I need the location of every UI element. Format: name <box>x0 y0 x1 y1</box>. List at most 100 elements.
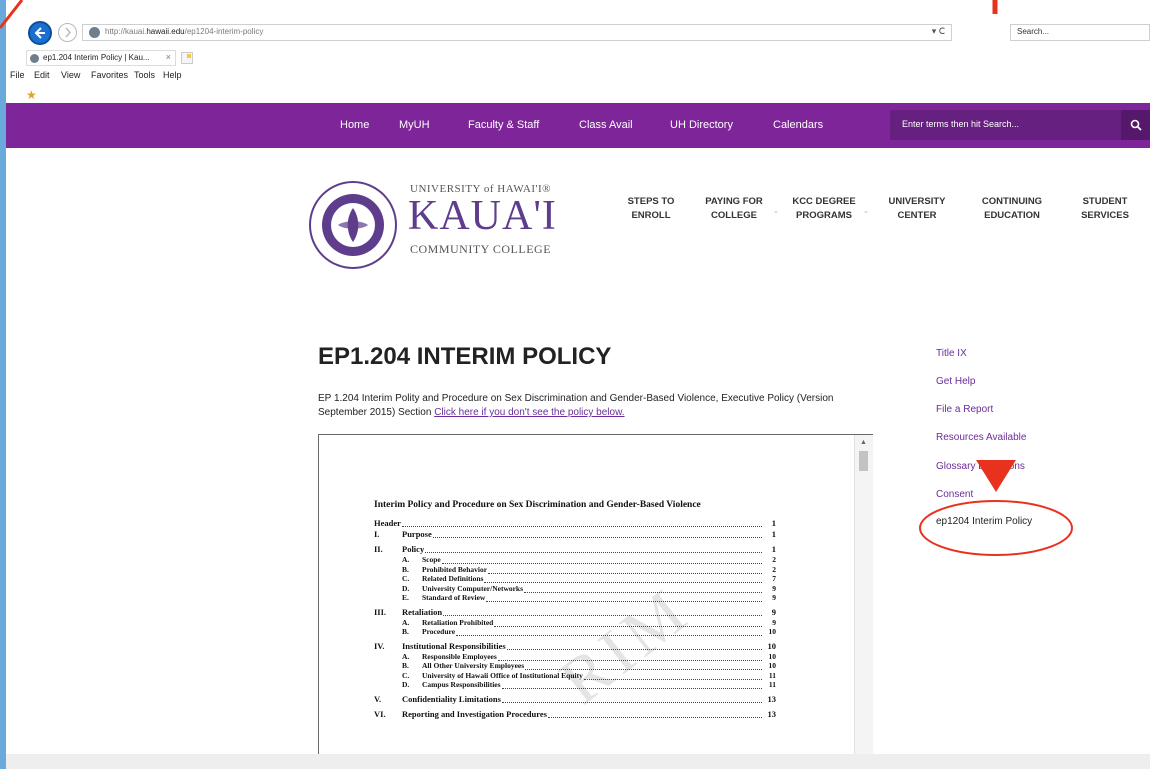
document-scrollbar[interactable]: ▲ <box>854 435 873 769</box>
toc-page-number: 1 <box>771 544 776 554</box>
mainnav-line: SERVICES <box>1081 210 1129 221</box>
toc-number: IV. <box>374 640 385 651</box>
menu-view[interactable]: View <box>61 70 80 80</box>
mainnav-line: CONTINUING <box>981 196 1043 207</box>
mainnav-line: STUDENT <box>1082 196 1128 207</box>
tab-strip: ep1.204 Interim Policy | Kau... × <box>6 50 1150 66</box>
toc-label: Procedure <box>422 627 456 636</box>
forward-button[interactable] <box>58 23 77 42</box>
menu-favorites[interactable]: Favorites <box>91 70 128 80</box>
logo-kauai-text[interactable]: KAUA'I <box>408 193 557 239</box>
toc-leader-dots <box>501 694 762 703</box>
scroll-thumb[interactable] <box>859 451 868 471</box>
toc-page-number: 11 <box>768 670 776 680</box>
site-icon <box>89 27 100 38</box>
toc-page-number: 10 <box>768 651 777 661</box>
topnav-class-avail[interactable]: Class Avail <box>579 103 633 148</box>
toc-row: D. University Computer/Networks 9 <box>374 584 776 594</box>
toc-number: I. <box>374 529 380 539</box>
toc-label: Prohibited Behavior <box>422 564 488 574</box>
toc-page-number: 2 <box>772 564 776 574</box>
toc-sub-letter: A. <box>402 617 410 627</box>
toc-sub-letter: D. <box>402 680 410 689</box>
forward-arrow-icon <box>65 27 72 38</box>
sidebar-link-get-help[interactable]: Get Help <box>936 376 975 387</box>
topnav-uh-directory[interactable]: UH Directory <box>670 103 733 148</box>
menu-help[interactable]: Help <box>163 70 182 80</box>
toc-number: III. <box>374 606 387 617</box>
menu-file[interactable]: File <box>10 70 25 80</box>
toc-leader-dots <box>443 607 762 616</box>
favorites-star-icon[interactable]: ★ <box>26 88 37 102</box>
toc-leader-dots <box>432 529 762 538</box>
toc-sub-letter: B. <box>402 627 409 636</box>
mainnav-kcc-degree-programs[interactable]: KCC DEGREE PROGRAMS <box>789 195 859 223</box>
topnav-faculty-staff[interactable]: Faculty & Staff <box>468 103 539 148</box>
site-search-input[interactable]: Enter terms then hit Search... <box>890 110 1122 140</box>
toc-page-number: 9 <box>772 593 776 602</box>
toc-label: Scope <box>422 555 441 564</box>
sidebar-link-consent[interactable]: Consent <box>936 489 973 500</box>
mainnav-university-center[interactable]: UNIVERSITY CENTER <box>883 195 951 223</box>
topnav-home[interactable]: Home <box>340 103 369 148</box>
search-icon <box>1130 119 1142 131</box>
browser-window: http://kauai.hawaii.edu/ep1204-interim-p… <box>6 0 1150 769</box>
toc-page-number: 7 <box>772 574 776 583</box>
toc-label: All Other University Employees <box>422 661 525 670</box>
new-tab-icon[interactable] <box>181 52 193 64</box>
mainnav-steps-to-enroll[interactable]: STEPS TO ENROLL <box>622 195 680 223</box>
scroll-up-icon[interactable]: ▲ <box>860 439 867 446</box>
menu-tools[interactable]: Tools <box>134 70 155 80</box>
logo-college-text: COMMUNITY COLLEGE <box>410 242 552 256</box>
mainnav-continuing-education[interactable]: CONTINUING EDUCATION <box>972 195 1052 223</box>
toc-row: D. Campus Responsibilities 11 <box>374 680 776 690</box>
toc-row: A. Responsible Employees 10 <box>374 652 776 662</box>
topnav-calendars[interactable]: Calendars <box>773 103 823 148</box>
toc-page-number: 9 <box>772 583 776 593</box>
toc-number: II. <box>374 544 383 554</box>
site-search-button[interactable] <box>1121 110 1150 140</box>
sidebar-link-file-report[interactable]: File a Report <box>936 404 993 415</box>
toc-row: A. Scope 2 <box>374 555 776 565</box>
toc-leader-dots <box>488 565 762 574</box>
toc-label: Confidentiality Limitations <box>402 693 501 704</box>
toc-leader-dots <box>456 627 762 636</box>
url-text: http://kauai.hawaii.edu/ep1204-interim-p… <box>105 27 264 36</box>
toc-sub-letter: C. <box>402 670 410 680</box>
toc-leader-dots <box>425 544 762 553</box>
sidebar-link-glossary[interactable]: Glossary Definitions <box>936 461 1025 472</box>
mainnav-line: EDUCATION <box>984 210 1040 221</box>
toc-page-number: 11 <box>768 680 776 689</box>
status-bar <box>6 754 1150 769</box>
tab-close-icon[interactable]: × <box>166 52 171 62</box>
toc-row: II. Policy 1 <box>374 544 776 555</box>
browser-search-placeholder: Search... <box>1017 27 1050 36</box>
toc-leader-dots <box>524 584 762 593</box>
toc-label: Institutional Responsibilities <box>402 640 506 651</box>
mainnav-line: PAYING FOR <box>705 196 763 207</box>
mainnav-student-services[interactable]: STUDENT SERVICES <box>1072 195 1138 223</box>
document-heading: Interim Policy and Procedure on Sex Disc… <box>374 500 701 510</box>
toc-leader-dots <box>401 518 762 527</box>
url-field[interactable]: http://kauai.hawaii.edu/ep1204-interim-p… <box>82 24 952 41</box>
mainnav-line: KCC DEGREE <box>792 196 856 207</box>
menu-edit[interactable]: Edit <box>34 70 50 80</box>
toc-sub-letter: C. <box>402 574 410 583</box>
toc-row: B. Procedure 10 <box>374 627 776 637</box>
toc-label: Reporting and Investigation Procedures <box>402 708 547 719</box>
document-toc: Header 1 I. Purpose 1 II. Policy 1 A. Scope 2 B. Pro… <box>374 518 776 720</box>
sidebar-link-ep1204[interactable]: ep1204 Interim Policy <box>936 516 1032 527</box>
mainnav-paying-for-college[interactable]: PAYING FOR COLLEGE <box>698 195 770 223</box>
toc-sub-letter: A. <box>402 651 410 661</box>
tab-active[interactable]: ep1.204 Interim Policy | Kau... × <box>26 50 176 66</box>
toc-leader-dots <box>441 555 762 564</box>
toc-row: C. University of Hawaii Office of Institu… <box>374 671 776 681</box>
sidebar-link-title-ix[interactable]: Title IX <box>936 348 967 359</box>
mainnav-line: CENTER <box>897 210 937 221</box>
policy-link[interactable]: Click here if you don't see the policy b… <box>434 407 624 418</box>
topnav-myuh[interactable]: MyUH <box>399 103 430 148</box>
refresh-icon[interactable]: ▾ Ⅽ <box>932 26 945 37</box>
browser-search-field[interactable]: Search... <box>1010 24 1150 41</box>
sidebar-link-resources[interactable]: Resources Available <box>936 432 1026 443</box>
back-button[interactable] <box>28 21 52 45</box>
